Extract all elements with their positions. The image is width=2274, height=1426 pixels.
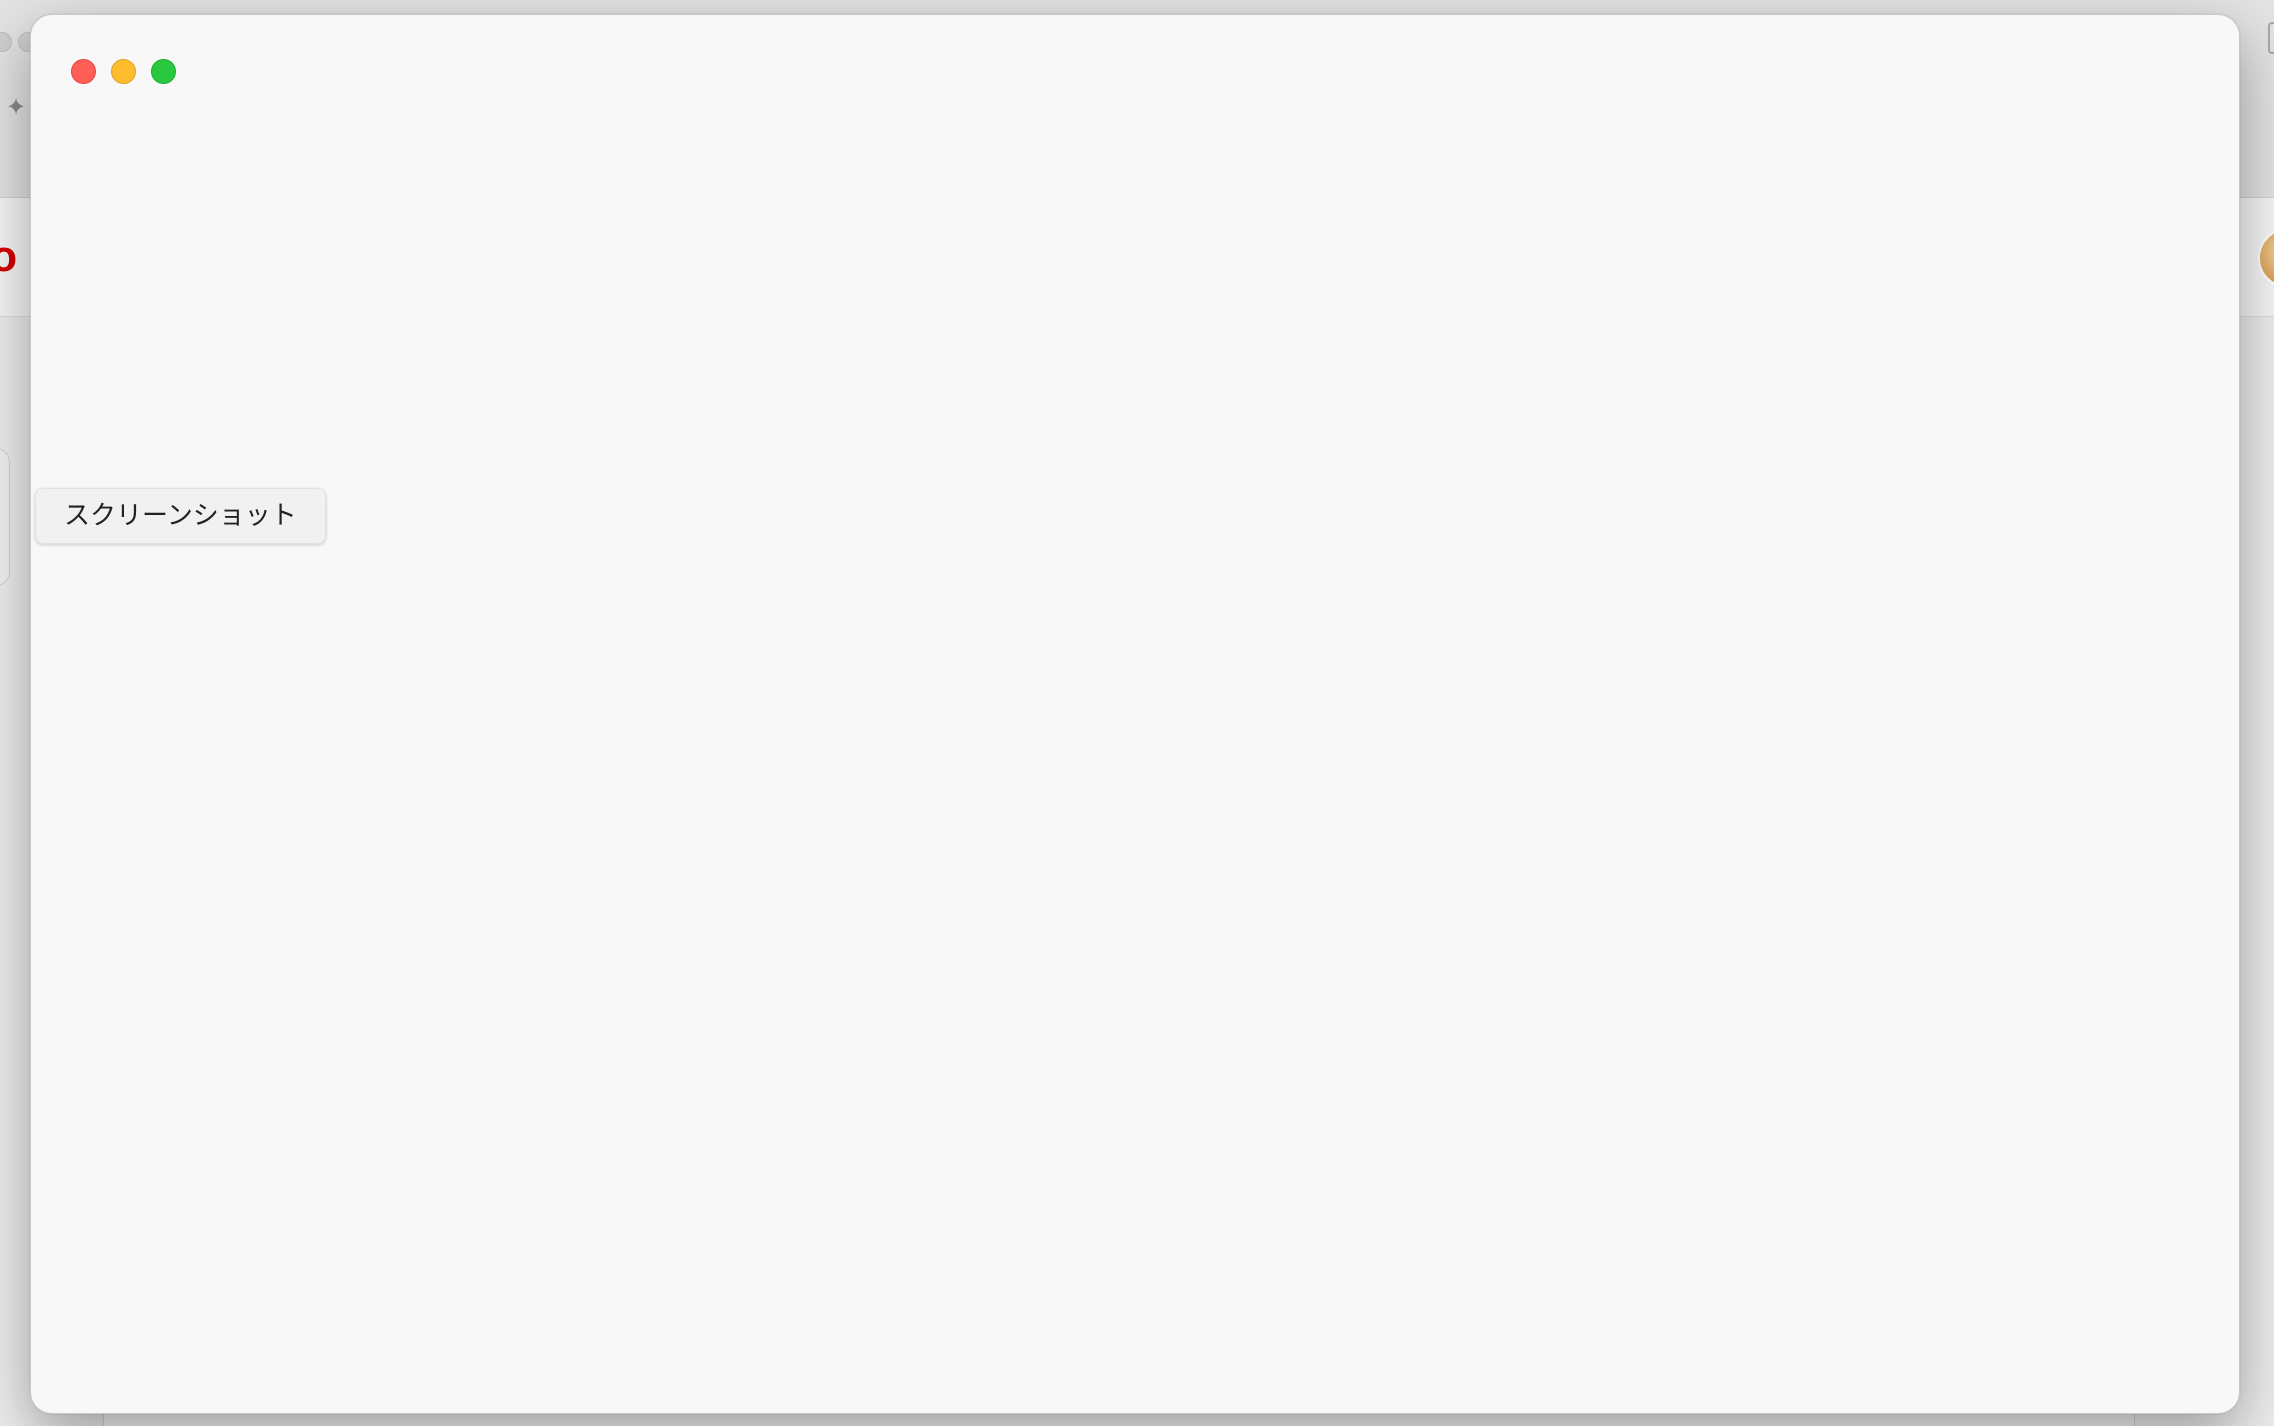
background-sidebar-toggle-icon[interactable] [2268, 22, 2274, 54]
zoom-window-button[interactable] [151, 59, 176, 84]
background-toolbar-icon[interactable]: ✦ [6, 94, 28, 120]
screenshot-button[interactable]: スクリーンショット [35, 488, 326, 544]
window-controls [71, 59, 176, 84]
background-logo: lo [0, 232, 18, 281]
app-window: スクリーンショット [30, 14, 2240, 1414]
background-side-card [0, 448, 10, 586]
minimize-window-button[interactable] [111, 59, 136, 84]
close-window-button[interactable] [71, 59, 96, 84]
